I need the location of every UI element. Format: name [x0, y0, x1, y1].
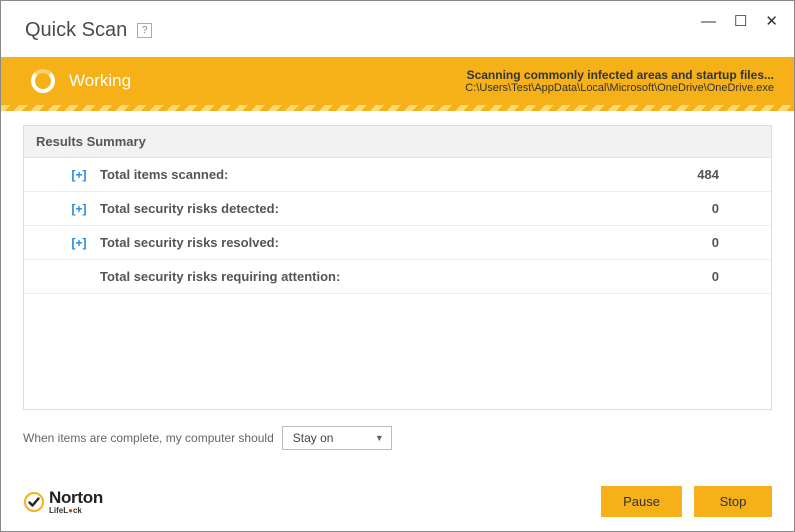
banner-left: Working: [31, 69, 131, 93]
scan-path: C:\Users\Test\AppData\Local\Microsoft\On…: [465, 82, 774, 94]
maximize-button[interactable]: ☐: [734, 14, 747, 29]
titlebar: Quick Scan ? — ☐ ✕: [1, 1, 794, 57]
row-label: Total security risks resolved:: [100, 235, 279, 250]
results-header: Results Summary: [24, 126, 771, 158]
status-banner: Working Scanning commonly infected areas…: [1, 57, 794, 105]
content: Results Summary [+] Total items scanned:…: [1, 111, 794, 476]
expand-toggle[interactable]: [+]: [64, 168, 94, 182]
titlebar-left: Quick Scan ?: [25, 19, 152, 42]
table-row: Total security risks requiring attention…: [24, 260, 771, 294]
logo-text: Norton LifeL●ck: [49, 489, 103, 515]
checkmark-icon: [23, 491, 45, 513]
footer: Norton LifeL●ck Pause Stop: [1, 476, 794, 531]
close-button[interactable]: ✕: [765, 14, 778, 29]
completion-select[interactable]: Stay on: [282, 426, 392, 450]
row-label: Total security risks detected:: [100, 201, 279, 216]
row-value: 0: [712, 235, 719, 250]
stop-button[interactable]: Stop: [694, 486, 772, 517]
row-label: Total items scanned:: [100, 167, 228, 182]
row-value: 0: [712, 269, 719, 284]
row-label: Total security risks requiring attention…: [100, 269, 340, 284]
table-row: [+] Total security risks detected: 0: [24, 192, 771, 226]
table-row: [+] Total items scanned: 484: [24, 158, 771, 192]
minimize-button[interactable]: —: [701, 14, 716, 29]
row-value: 484: [697, 167, 719, 182]
completion-select-wrap: Stay on ▼: [282, 426, 392, 450]
completion-setting: When items are complete, my computer sho…: [23, 426, 772, 450]
banner-right: Scanning commonly infected areas and sta…: [465, 68, 774, 94]
spinner-icon: [31, 69, 55, 93]
pause-button[interactable]: Pause: [601, 486, 682, 517]
row-value: 0: [712, 201, 719, 216]
logo-sub-suffix: ck: [73, 506, 82, 515]
window-title: Quick Scan: [25, 19, 127, 42]
logo-sub-prefix: LifeL: [49, 506, 68, 515]
table-row: [+] Total security risks resolved: 0: [24, 226, 771, 260]
expand-toggle[interactable]: [+]: [64, 236, 94, 250]
expand-toggle[interactable]: [+]: [64, 202, 94, 216]
scan-heading: Scanning commonly infected areas and sta…: [465, 68, 774, 82]
help-button[interactable]: ?: [137, 23, 152, 38]
results-padding: [24, 294, 771, 409]
results-summary: Results Summary [+] Total items scanned:…: [23, 125, 772, 410]
completion-label: When items are complete, my computer sho…: [23, 431, 274, 445]
norton-logo: Norton LifeL●ck: [23, 489, 103, 515]
logo-sub: LifeL●ck: [49, 507, 103, 515]
status-text: Working: [69, 71, 131, 91]
window-controls: — ☐ ✕: [701, 14, 778, 29]
footer-buttons: Pause Stop: [601, 486, 772, 517]
logo-main: Norton: [49, 489, 103, 506]
